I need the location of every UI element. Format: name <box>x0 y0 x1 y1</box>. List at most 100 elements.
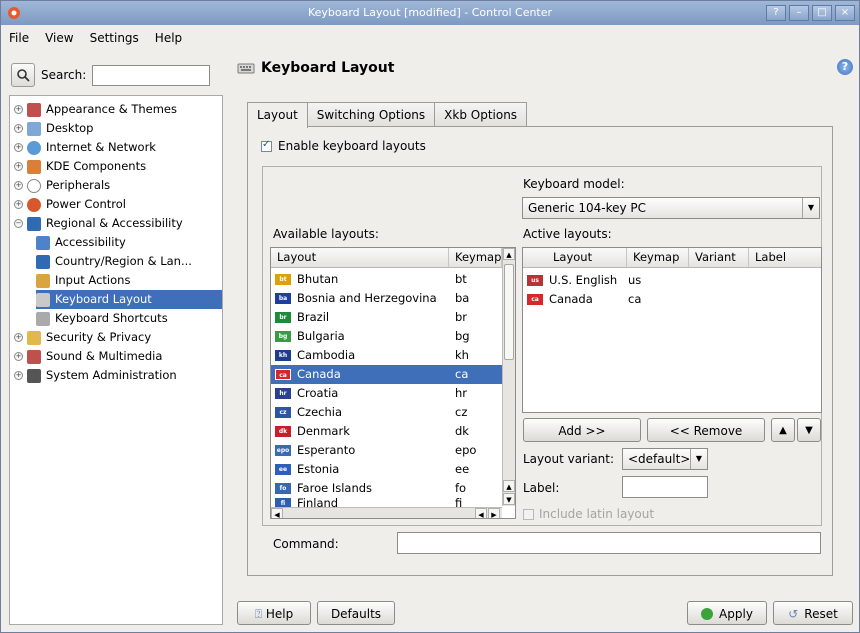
tree-item-kde-components[interactable]: + KDE Components <box>14 157 146 176</box>
whats-this-help-icon[interactable]: ? <box>837 59 853 75</box>
tree-item-system-administration[interactable]: + System Administration <box>14 366 177 385</box>
list-item[interactable]: cz Czechia cz <box>271 403 502 422</box>
available-layouts-list[interactable]: Layout Keymap bt Bhutan bt ba Bosnia and He… <box>270 247 516 519</box>
tree-item-internet-network[interactable]: + Internet & Network <box>14 138 156 157</box>
expander-icon[interactable]: + <box>14 143 23 152</box>
menu-settings[interactable]: Settings <box>82 27 147 49</box>
column-header-layout[interactable]: Layout <box>523 248 627 268</box>
scroll-right-icon[interactable]: ▶ <box>488 508 500 518</box>
list-item[interactable]: dk Denmark dk <box>271 422 502 441</box>
menu-help[interactable]: Help <box>147 27 190 49</box>
tab-switching-options[interactable]: Switching Options <box>306 102 436 127</box>
menu-file[interactable]: File <box>1 27 37 49</box>
list-item[interactable]: ca Canada ca <box>523 290 821 309</box>
enable-layouts-label: Enable keyboard layouts <box>278 139 426 153</box>
help-button[interactable]: ⍰ Help <box>237 601 311 625</box>
control-center-window: Keyboard Layout [modified] - Control Cen… <box>0 0 860 633</box>
move-up-icon[interactable]: ▲ <box>771 418 795 442</box>
active-layouts-list[interactable]: Layout Keymap Variant Label us U.S. Engli… <box>522 247 822 413</box>
tree-item-input-actions[interactable]: Input Actions <box>36 271 130 290</box>
list-item[interactable]: bg Bulgaria bg <box>271 327 502 346</box>
tab-layout[interactable]: Layout <box>247 102 308 128</box>
chevron-down-icon[interactable]: ▼ <box>690 449 707 469</box>
list-item[interactable]: ba Bosnia and Herzegovina ba <box>271 289 502 308</box>
tree-item-appearance-themes[interactable]: + Appearance & Themes <box>14 100 177 119</box>
scroll-left-icon[interactable]: ◀ <box>475 508 487 518</box>
list-item-selected[interactable]: ca Canada ca <box>271 365 502 384</box>
scroll-left-icon[interactable]: ◀ <box>271 508 283 518</box>
close-button[interactable]: × <box>835 5 855 21</box>
maximize-button[interactable]: □ <box>812 5 832 21</box>
layout-keymap: kh <box>455 348 469 362</box>
expander-icon[interactable]: + <box>14 181 23 190</box>
expander-icon[interactable]: + <box>14 352 23 361</box>
expander-icon[interactable]: + <box>14 162 23 171</box>
flag-icon: cz <box>275 407 291 418</box>
list-item[interactable]: ee Estonia ee <box>271 460 502 479</box>
enable-layouts-checkbox[interactable] <box>261 139 272 152</box>
include-latin-row[interactable]: Include latin layout <box>523 507 654 521</box>
list-item[interactable]: bt Bhutan bt <box>271 270 502 289</box>
defaults-button[interactable]: Defaults <box>317 601 395 625</box>
flag-icon <box>27 216 41 231</box>
layout-keymap: us <box>628 273 642 287</box>
list-item[interactable]: us U.S. English us <box>523 271 821 290</box>
list-item[interactable]: kh Cambodia kh <box>271 346 502 365</box>
scroll-up-icon[interactable]: ▲ <box>503 248 515 260</box>
expander-icon[interactable]: + <box>14 124 23 133</box>
column-header-keymap[interactable]: Keymap <box>627 248 689 268</box>
tree-item-desktop[interactable]: + Desktop <box>14 119 93 138</box>
enable-layouts-row[interactable]: Enable keyboard layouts <box>261 139 426 153</box>
column-header-keymap[interactable]: Keymap <box>449 248 502 268</box>
module-tree: + Appearance & Themes + Desktop + Internet … <box>9 95 223 625</box>
expander-icon[interactable]: + <box>14 105 23 114</box>
tree-item-keyboard-layout[interactable]: Keyboard Layout <box>36 290 222 309</box>
add-layout-button[interactable]: Add >> <box>523 418 641 442</box>
search-input[interactable] <box>92 64 211 86</box>
list-item[interactable]: br Brazil br <box>271 308 502 327</box>
column-header-label[interactable]: Label <box>749 248 821 268</box>
menu-view[interactable]: View <box>37 27 81 49</box>
expander-icon[interactable]: + <box>14 371 23 380</box>
vertical-scrollbar[interactable]: ▲ ▲ ▼ <box>502 248 515 506</box>
reset-icon: ↺ <box>788 607 799 621</box>
globe-icon <box>27 140 41 155</box>
expander-icon[interactable]: + <box>14 333 23 342</box>
remove-layout-button[interactable]: << Remove <box>647 418 765 442</box>
tab-xkb-options[interactable]: Xkb Options <box>434 102 528 127</box>
layout-variant-select[interactable]: <default> ▼ <box>622 448 708 470</box>
minimize-button[interactable]: – <box>789 5 809 21</box>
list-item[interactable]: fo Faroe Islands fo <box>271 479 502 498</box>
list-item[interactable]: hr Croatia hr <box>271 384 502 403</box>
title-bar[interactable]: Keyboard Layout [modified] - Control Cen… <box>1 1 859 25</box>
include-latin-checkbox[interactable] <box>523 508 534 520</box>
chevron-down-icon[interactable]: ▼ <box>802 198 819 218</box>
clear-search-button[interactable] <box>11 63 35 87</box>
tree-item-security-privacy[interactable]: + Security & Privacy <box>14 328 151 347</box>
expander-icon[interactable]: + <box>14 200 23 209</box>
keyboard-model-select[interactable]: Generic 104-key PC ▼ <box>522 197 820 219</box>
scroll-up-icon[interactable]: ▲ <box>503 480 515 492</box>
tree-item-peripherals[interactable]: + Peripherals <box>14 176 110 195</box>
move-down-icon[interactable]: ▼ <box>797 418 821 442</box>
tree-item-accessibility[interactable]: Accessibility <box>36 233 126 252</box>
search-row: Search: <box>11 63 211 87</box>
expander-icon[interactable]: − <box>14 219 23 228</box>
scroll-down-icon[interactable]: ▼ <box>503 493 515 505</box>
tree-item-power-control[interactable]: + Power Control <box>14 195 126 214</box>
apply-button[interactable]: Apply <box>687 601 767 625</box>
tree-item-regional-accessibility[interactable]: − Regional & Accessibility <box>14 214 183 233</box>
tree-item-keyboard-shortcuts[interactable]: Keyboard Shortcuts <box>36 309 168 328</box>
scroll-thumb[interactable] <box>504 264 514 360</box>
column-header-variant[interactable]: Variant <box>689 248 749 268</box>
label-field[interactable] <box>622 476 708 498</box>
reset-button[interactable]: ↺ Reset <box>773 601 853 625</box>
layout-variant-label: Layout variant: <box>523 452 615 466</box>
horizontal-scrollbar[interactable]: ◀ ◀ ▶ <box>271 507 502 518</box>
command-field[interactable] <box>397 532 821 554</box>
list-item[interactable]: epo Esperanto epo <box>271 441 502 460</box>
column-header-layout[interactable]: Layout <box>271 248 449 268</box>
tree-item-sound-multimedia[interactable]: + Sound & Multimedia <box>14 347 162 366</box>
tree-item-country-region[interactable]: Country/Region & Lan... <box>36 252 192 271</box>
help-window-button[interactable]: ? <box>766 5 786 21</box>
